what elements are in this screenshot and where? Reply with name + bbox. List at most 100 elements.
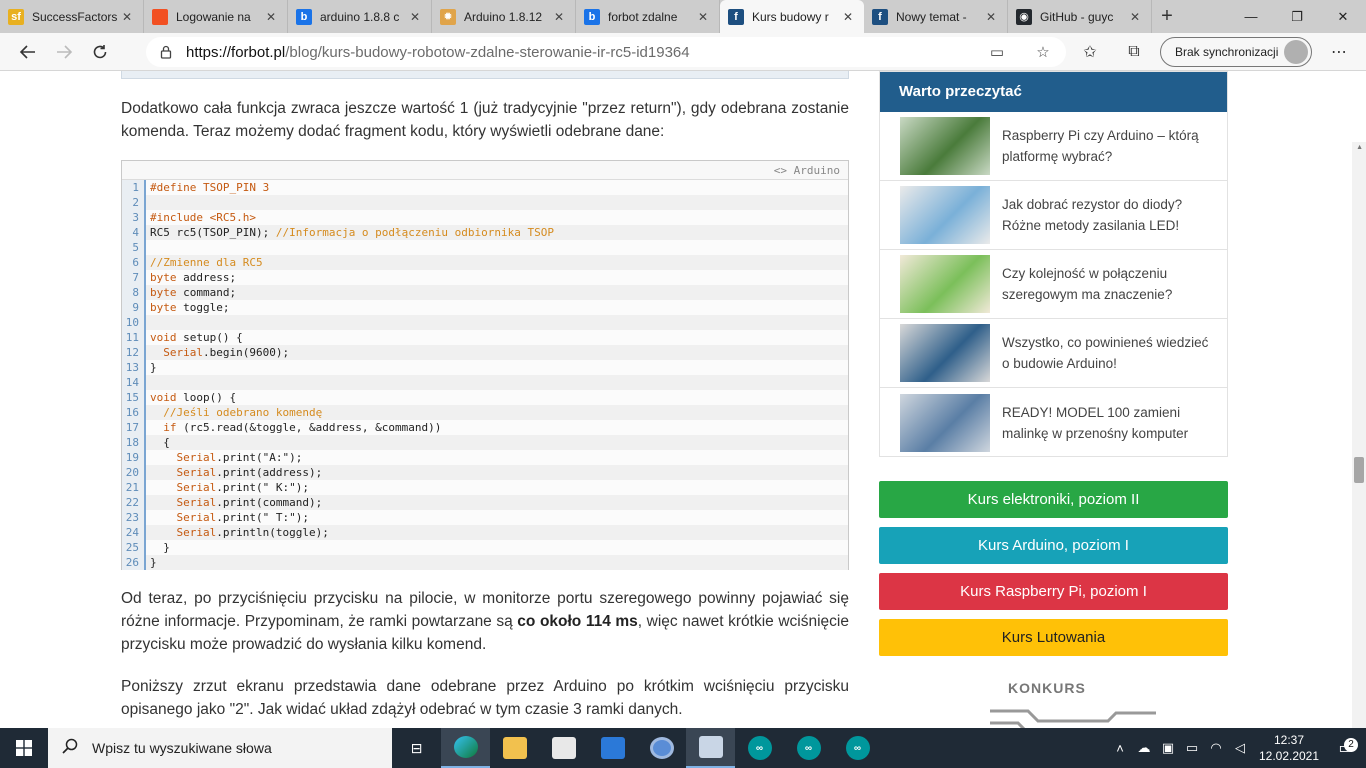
minimize-button[interactable]: — xyxy=(1228,0,1274,33)
battery-icon[interactable]: ▭ xyxy=(1180,740,1204,756)
tab-3[interactable]: b arduino 1.8.8 c ✕ xyxy=(288,0,432,33)
address-bar[interactable]: https://forbot.pl/blog/kurs-budowy-robot… xyxy=(146,37,1066,67)
notification-count: 2 xyxy=(1344,738,1358,752)
tab-1[interactable]: sf SuccessFactors ✕ xyxy=(0,0,144,33)
web-page: Dodatkowo cała funkcja zwraca jeszcze wa… xyxy=(0,71,1366,728)
recommended-item[interactable]: READY! MODEL 100 zamieni malinkę w przen… xyxy=(880,388,1227,457)
recommended-item-title[interactable]: Raspberry Pi czy Arduino – którą platfor… xyxy=(1002,125,1212,167)
maximize-button[interactable]: ❐ xyxy=(1274,0,1320,33)
code-line: 2 xyxy=(122,195,848,210)
code-line: 25 } xyxy=(122,540,848,555)
wifi-icon[interactable]: ◠ xyxy=(1204,740,1228,756)
recommended-item-title[interactable]: Jak dobrać rezystor do diody? Różne meto… xyxy=(1002,194,1212,236)
page-scrollbar[interactable]: ▲ ▼ xyxy=(1352,142,1366,728)
recommended-item[interactable]: Raspberry Pi czy Arduino – którą platfor… xyxy=(880,112,1227,181)
course-button-2[interactable]: Kurs Arduino, poziom I xyxy=(879,527,1228,564)
tab-2[interactable]: Logowanie na ✕ xyxy=(144,0,288,33)
course-button-1[interactable]: Kurs elektroniki, poziom II xyxy=(879,481,1228,518)
code-line: 10 xyxy=(122,315,848,330)
taskbar-store[interactable] xyxy=(539,728,588,768)
article-paragraph-3: Poniższy zrzut ekranu przedstawia dane o… xyxy=(121,678,849,718)
tab-close-icon[interactable]: ✕ xyxy=(551,10,567,24)
taskbar-chrome[interactable] xyxy=(637,728,686,768)
favorites-icon[interactable]: ✩ xyxy=(1072,36,1108,68)
tab-5[interactable]: b forbot zdalne ✕ xyxy=(576,0,720,33)
reader-view-icon[interactable]: ▭ xyxy=(974,43,1020,61)
taskbar-arduino-2[interactable]: ∞ xyxy=(784,728,833,768)
volume-icon[interactable]: ◁ xyxy=(1228,740,1252,756)
code-line: 22 Serial.print(command); xyxy=(122,495,848,510)
article-thumbnail[interactable] xyxy=(900,393,990,452)
tab-8[interactable]: ◉ GitHub - guyc ✕ xyxy=(1008,0,1152,33)
tab-4[interactable]: ✹ Arduino 1.8.12 ✕ xyxy=(432,0,576,33)
tab-label: GitHub - guyc xyxy=(1040,9,1114,24)
start-button[interactable] xyxy=(0,728,48,768)
tab-label: arduino 1.8.8 c xyxy=(320,9,400,24)
line-number: 10 xyxy=(122,315,146,330)
tab-close-icon[interactable]: ✕ xyxy=(983,10,999,24)
taskbar-file-explorer[interactable] xyxy=(490,728,539,768)
tab-close-icon[interactable]: ✕ xyxy=(1127,10,1143,24)
recommended-item[interactable]: Wszystko, co powinieneś wiedzieć o budow… xyxy=(880,319,1227,388)
article-thumbnail[interactable] xyxy=(900,255,990,313)
code-line: 18 { xyxy=(122,435,848,450)
recommended-item[interactable]: Jak dobrać rezystor do diody? Różne meto… xyxy=(880,181,1227,250)
clock-time: 12:37 xyxy=(1273,733,1305,747)
line-number: 3 xyxy=(122,210,146,225)
tab-favicon-icon: b xyxy=(296,8,312,25)
course-button-3[interactable]: Kurs Raspberry Pi, poziom I xyxy=(879,573,1228,610)
recommended-item-title[interactable]: READY! MODEL 100 zamieni malinkę w przen… xyxy=(1002,402,1212,444)
edge-icon xyxy=(453,736,478,758)
settings-menu-icon[interactable]: ⋯ xyxy=(1321,36,1357,68)
tab-7[interactable]: f Nowy temat - ✕ xyxy=(864,0,1008,33)
sync-button[interactable]: Brak synchronizacji xyxy=(1160,37,1312,67)
scroll-up-icon[interactable]: ▲ xyxy=(1356,144,1363,151)
article-thumbnail[interactable] xyxy=(900,117,990,175)
recommended-item-title[interactable]: Czy kolejność w połączeniu szeregowym ma… xyxy=(1002,263,1212,305)
folder-icon xyxy=(502,737,527,759)
taskbar-arduino-3[interactable]: ∞ xyxy=(833,728,882,768)
line-number: 11 xyxy=(122,330,146,345)
recommended-item[interactable]: Czy kolejność w połączeniu szeregowym ma… xyxy=(880,250,1227,319)
article-paragraph-1: Dodatkowo cała funkcja zwraca jeszcze wa… xyxy=(121,100,849,140)
tab-close-icon[interactable]: ✕ xyxy=(695,10,711,24)
system-tray: ˄ ☁ ▣ ▭ ◠ ◁ 12:37 12.02.2021 ▭ 2 xyxy=(1108,728,1366,768)
collections-icon[interactable]: ⧉ xyxy=(1116,36,1152,68)
taskbar-search[interactable]: Wpisz tu wyszukiwane słowa xyxy=(48,728,392,768)
new-tab-button[interactable]: + xyxy=(1152,0,1182,33)
add-favorite-icon[interactable]: ☆ xyxy=(1020,43,1066,61)
code-line: 17 if (rc5.read(&toggle, &address, &comm… xyxy=(122,420,848,435)
code-text: //Zmienne dla RC5 xyxy=(146,255,848,270)
tab-close-icon[interactable]: ✕ xyxy=(263,10,279,24)
tab-close-icon[interactable]: ✕ xyxy=(840,10,856,24)
course-button-4[interactable]: Kurs Lutowania xyxy=(879,619,1228,656)
forward-button[interactable] xyxy=(46,36,82,68)
tab-6[interactable]: f Kurs budowy r ✕ xyxy=(720,0,864,33)
code-language-label: <> Arduino xyxy=(122,161,848,180)
back-button[interactable] xyxy=(10,36,46,68)
tab-label: Logowanie na xyxy=(176,9,251,24)
tab-close-icon[interactable]: ✕ xyxy=(119,10,135,24)
refresh-button[interactable] xyxy=(82,36,118,68)
recommended-item-title[interactable]: Wszystko, co powinieneś wiedzieć o budow… xyxy=(1002,332,1212,374)
security-icon[interactable]: ▣ xyxy=(1156,740,1180,756)
scrollbar-thumb[interactable] xyxy=(1354,457,1364,483)
code-text: { xyxy=(146,435,848,450)
close-window-button[interactable]: ✕ xyxy=(1320,0,1366,33)
arduino-icon: ∞ xyxy=(747,736,772,760)
cloud-icon[interactable]: ☁ xyxy=(1132,740,1156,756)
code-line: 13} xyxy=(122,360,848,375)
tab-close-icon[interactable]: ✕ xyxy=(407,10,423,24)
url-path: /blog/kurs-budowy-robotow-zdalne-sterowa… xyxy=(285,43,690,61)
taskbar-arduino-1[interactable]: ∞ xyxy=(735,728,784,768)
notifications-button[interactable]: ▭ 2 xyxy=(1326,738,1366,758)
taskbar-edge[interactable] xyxy=(441,728,490,768)
taskbar-mail[interactable] xyxy=(588,728,637,768)
chevron-up-icon[interactable]: ˄ xyxy=(1108,741,1132,756)
line-number: 12 xyxy=(122,345,146,360)
clock[interactable]: 12:37 12.02.2021 xyxy=(1252,732,1326,764)
taskbar-app[interactable] xyxy=(686,728,735,768)
article-thumbnail[interactable] xyxy=(900,186,990,244)
article-thumbnail[interactable] xyxy=(900,324,990,382)
task-view-button[interactable]: ⊟ xyxy=(392,728,441,768)
